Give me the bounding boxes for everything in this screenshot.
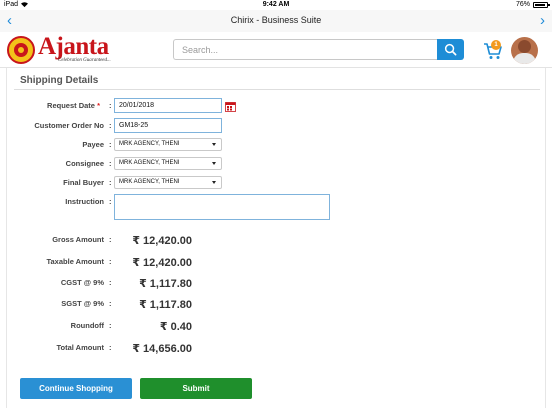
- sgst-value: ₹ 1,117.80: [139, 299, 192, 311]
- status-bar: iPad 9:42 AM 76%: [0, 0, 552, 10]
- brand-logo[interactable]: Ajanta: [38, 33, 109, 61]
- customer-order-field[interactable]: GM18-25: [114, 118, 222, 133]
- cart-count-badge[interactable]: 1: [491, 40, 501, 50]
- continue-shopping-button[interactable]: Continue Shopping: [20, 378, 132, 399]
- gross-amount-label: Gross Amount: [52, 235, 104, 244]
- taxable-amount-label: Taxable Amount: [46, 257, 104, 266]
- cgst-value: ₹ 1,117.80: [139, 278, 192, 290]
- payee-label: Payee: [82, 140, 104, 149]
- brand-tagline: Celebration Guaranteed...: [58, 58, 111, 63]
- battery-percent: 76%: [515, 1, 530, 8]
- brand-seal-icon: [7, 36, 35, 64]
- cgst-label: CGST @ 9%: [60, 278, 104, 287]
- total-amount-label: Total Amount: [56, 343, 105, 352]
- search-input[interactable]: [173, 39, 437, 60]
- final-buyer-select[interactable]: MRK AGENCY, THENI: [114, 176, 222, 189]
- dropdown-caret-icon: [212, 143, 216, 146]
- instruction-textarea[interactable]: [114, 194, 330, 220]
- request-date-label: Request Date *: [47, 101, 100, 110]
- search-icon: [444, 43, 457, 56]
- total-amount-value: ₹ 14,656.00: [132, 343, 192, 355]
- payee-select[interactable]: MRK AGENCY, THENI: [114, 138, 222, 151]
- section-divider: [14, 89, 540, 90]
- customer-order-label: Customer Order No: [34, 121, 104, 130]
- roundoff-value: ₹ 0.40: [159, 321, 192, 333]
- nav-bar: ‹ Chirix - Business Suite ›: [0, 10, 552, 32]
- user-avatar[interactable]: [511, 37, 538, 64]
- roundoff-label: Roundoff: [70, 321, 104, 330]
- forward-chevron-icon[interactable]: ›: [540, 13, 545, 28]
- dropdown-caret-icon: [212, 181, 216, 184]
- section-title: Shipping Details: [20, 75, 99, 86]
- request-date-field[interactable]: 20/01/2018: [114, 98, 222, 113]
- instruction-label: Instruction: [65, 197, 104, 206]
- battery-icon: [533, 2, 550, 8]
- taxable-amount-value: ₹ 12,420.00: [132, 257, 192, 269]
- sgst-label: SGST @ 9%: [61, 299, 104, 308]
- dropdown-caret-icon: [212, 162, 216, 165]
- nav-title: Chirix - Business Suite: [230, 15, 322, 25]
- consignee-label: Consignee: [65, 159, 104, 168]
- search-button[interactable]: [437, 39, 464, 60]
- clock: 9:42 AM: [262, 1, 290, 8]
- required-marker: *: [97, 101, 100, 110]
- calendar-icon[interactable]: [225, 101, 236, 112]
- gross-amount-value: ₹ 12,420.00: [132, 235, 192, 247]
- submit-button[interactable]: Submit: [140, 378, 252, 399]
- consignee-select[interactable]: MRK AGENCY, THENI: [114, 157, 222, 170]
- final-buyer-label: Final Buyer: [63, 178, 104, 187]
